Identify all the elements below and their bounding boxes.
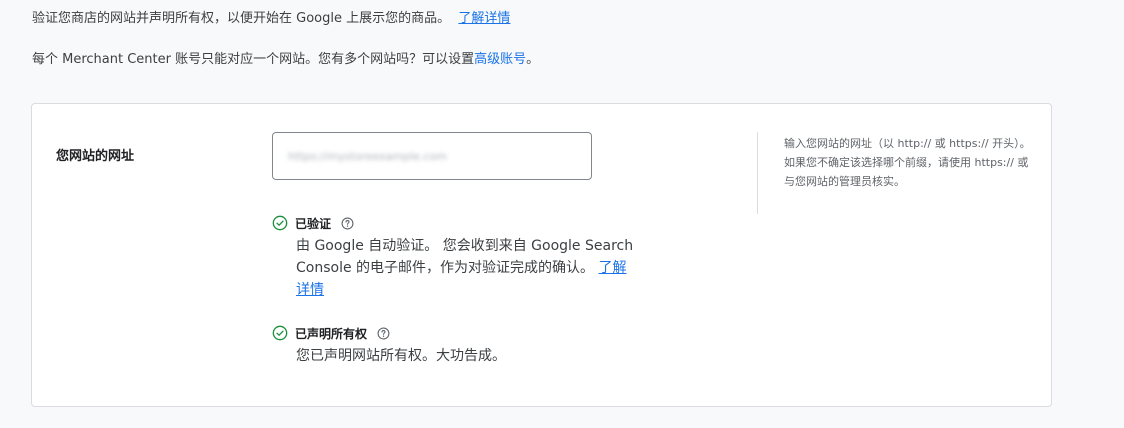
check-circle-icon <box>272 215 288 231</box>
intro-single-site-message: 每个 Merchant Center 账号只能对应一个网站。您有多个网站吗？可以… <box>32 52 475 67</box>
learn-more-link[interactable]: 了解详情 <box>458 11 510 26</box>
help-circle-icon[interactable] <box>341 217 354 230</box>
verified-status: 已验证 由 Google 自动验证。 您会收到来自 Google Search … <box>272 213 636 301</box>
intro-single-site-text: 每个 Merchant Center 账号只能对应一个网站。您有多个网站吗？可以… <box>32 50 539 70</box>
help-divider <box>757 132 758 214</box>
verified-description: 由 Google 自动验证。 您会收到来自 Google Search Cons… <box>296 235 636 301</box>
intro-period: 。 <box>526 52 540 67</box>
advanced-account-link[interactable]: 高级账号 <box>474 52 526 67</box>
claimed-status: 已声明所有权 您已声明网站所有权。大功告成。 <box>272 323 636 367</box>
website-url-label: 您网站的网址 <box>56 149 135 164</box>
help-circle-icon[interactable] <box>377 327 390 340</box>
check-circle-icon <box>272 325 288 341</box>
website-url-input[interactable] <box>272 132 592 180</box>
claimed-body: 您已声明网站所有权。大功告成。 <box>296 348 506 364</box>
verified-body: 由 Google 自动验证。 您会收到来自 Google Search Cons… <box>296 238 634 276</box>
verified-title: 已验证 <box>295 216 332 231</box>
claimed-title: 已声明所有权 <box>295 326 368 341</box>
website-url-help-text: 输入您网站的网址（以 http:// 或 https:// 开头）。如果您不确定… <box>784 137 1031 188</box>
website-card: 您网站的网址 https://mystoreexample.com 输入您网站的… <box>31 103 1052 407</box>
intro-verify-text: 验证您商店的网站并声明所有权，以便开始在 Google 上展示您的商品。 了解详… <box>32 9 510 29</box>
intro-verify-message: 验证您商店的网站并声明所有权，以便开始在 Google 上展示您的商品。 <box>32 11 451 26</box>
